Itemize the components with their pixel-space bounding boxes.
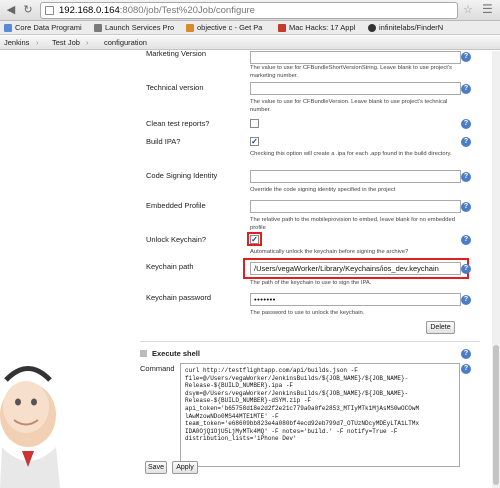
help-icon[interactable]: ? [461,235,471,245]
bookmark-label: objective c - Get Pa [197,23,263,32]
bookmark-label: Mac Hacks: 17 Appl [289,23,356,32]
jenkins-mascot-icon [0,366,60,488]
build-ipa-label: Build IPA? [146,137,181,146]
breadcrumb-separator-icon: › [86,38,89,47]
bookmark-star-icon[interactable]: ☆ [463,3,473,16]
build-ipa-checkbox[interactable]: ✓ [250,137,259,146]
technical-version-desc: The value to use for CFBundleVersion. Le… [250,99,448,113]
keychain-password-desc: The password to use to unlock the keycha… [250,310,365,316]
command-line: lAwMzowNDo0MS44MTE1MTE' -F [185,412,279,420]
breadcrumb-separator-icon: › [36,38,39,47]
build-ipa-desc: Checking this option will create a .ipa … [250,151,452,157]
bookmark-label: Launch Services Pro [105,23,175,32]
breadcrumb-jenkins[interactable]: Jenkins [4,36,29,49]
bookmark-item[interactable]: infinitelabs/FinderN [368,22,443,34]
command-textarea[interactable]: curl http://testflightapp.com/api/builds… [180,363,460,467]
page-icon [45,6,54,15]
command-line: distribution_lists='iPhone Dev' [185,435,297,443]
scrollbar-thumb[interactable] [493,345,499,485]
command-label: Command [140,364,175,373]
technical-version-label: Technical version [146,83,204,92]
url-host: 192.168.0.164 [59,5,120,16]
code-signing-label: Code Signing Identity [146,171,218,180]
drag-handle-icon[interactable] [140,350,147,357]
help-icon[interactable]: ? [461,52,471,62]
help-icon[interactable]: ? [461,172,471,182]
section-divider [140,341,480,342]
delete-button[interactable]: Delete [426,321,455,334]
command-line: team_token='e68609bb823e4a080bf4ecd92eb7… [185,420,420,428]
command-line: Release-${BUILD_NUMBER}-dSYM.zip -F [185,397,312,405]
help-icon[interactable]: ? [461,202,471,212]
wrench-menu-icon[interactable]: ☰ [482,2,493,16]
clean-test-reports-label: Clean test reports? [146,119,210,128]
command-line: file=@/Users/vegaWorker/JenkinsBuilds/${… [185,374,409,382]
bookmark-item[interactable]: Launch Services Pro [94,22,174,34]
help-icon[interactable]: ? [461,349,471,359]
address-bar[interactable]: 192.168.0.164:8080/job/Test%20Job/config… [40,2,458,19]
config-form: Marketing Version ? The value to use for… [0,49,500,488]
unlock-keychain-label: Unlock Keychain? [146,235,207,244]
bookmark-favicon-icon [94,24,102,32]
command-line: dsym=@/Users/vegaWorker/JenkinsBuilds/${… [185,389,409,397]
code-signing-desc: Override the code signing identity speci… [250,187,396,193]
keychain-password-input[interactable]: ••••••• [250,293,461,306]
command-line: Release-${BUILD_NUMBER}.ipa -F [185,382,294,390]
marketing-version-desc: The value to use for CFBundleShortVersio… [250,65,452,79]
keychain-password-label: Keychain password [146,293,212,302]
help-icon[interactable]: ? [461,137,471,147]
bookmarks-bar: Core Data Programi Launch Services Pro o… [0,21,500,35]
keychain-path-desc: The path of the keychain to use to sign … [250,280,372,286]
keychain-path-input[interactable]: /Users/vegaWorker/Library/Keychains/ios_… [250,262,461,275]
code-signing-input[interactable] [250,170,461,183]
github-icon [368,24,376,32]
embedded-profile-desc: The relative path to the mobileprovision… [250,217,455,231]
embedded-profile-input[interactable] [250,200,461,213]
clean-test-reports-checkbox[interactable] [250,119,259,128]
breadcrumb-test-job[interactable]: Test Job [52,36,80,49]
help-icon[interactable]: ? [461,364,471,374]
back-arrow-icon[interactable]: ◀ [4,3,18,17]
embedded-profile-label: Embedded Profile [146,201,206,210]
help-icon[interactable]: ? [461,295,471,305]
command-line: IDA0OjQ1OjU5LjMyMTk4MQ' -F notes='build.… [185,427,398,435]
unlock-keychain-desc: Automatically unlock the keychain before… [250,249,409,255]
execute-shell-title: Execute shell [152,349,200,358]
bookmark-label: infinitelabs/FinderN [379,23,444,32]
unlock-keychain-checkbox[interactable]: ✓ [250,235,259,244]
browser-toolbar: ◀ ↻ 192.168.0.164:8080/job/Test%20Job/co… [0,0,500,21]
help-icon[interactable]: ? [461,264,471,274]
command-line: api_token='b65758d18e2d2f2e21c779a0a0fe2… [185,404,420,412]
help-icon[interactable]: ? [461,84,471,94]
breadcrumb-configuration[interactable]: configuration [104,36,147,49]
marketing-version-input[interactable] [250,51,461,64]
bookmark-favicon-icon [186,24,194,32]
help-icon[interactable]: ? [461,119,471,129]
save-button[interactable]: Save [145,461,167,474]
technical-version-input[interactable] [250,82,461,95]
marketing-version-label: Marketing Version [146,49,207,58]
bookmark-item[interactable]: objective c - Get Pa [186,22,262,34]
bookmark-favicon-icon [278,24,286,32]
keychain-path-label: Keychain path [146,262,194,271]
command-line: curl http://testflightapp.com/api/builds… [185,367,358,374]
breadcrumb: Jenkins › Test Job › configuration [0,36,500,50]
url-path: :8080/job/Test%20Job/configure [119,5,255,16]
bookmark-favicon-icon [4,24,12,32]
bookmark-item[interactable]: Core Data Programi [4,22,82,34]
reload-icon[interactable]: ↻ [21,3,35,17]
bookmark-label: Core Data Programi [15,23,82,32]
bookmark-item[interactable]: Mac Hacks: 17 Appl [278,22,355,34]
apply-button[interactable]: Apply [172,461,198,474]
